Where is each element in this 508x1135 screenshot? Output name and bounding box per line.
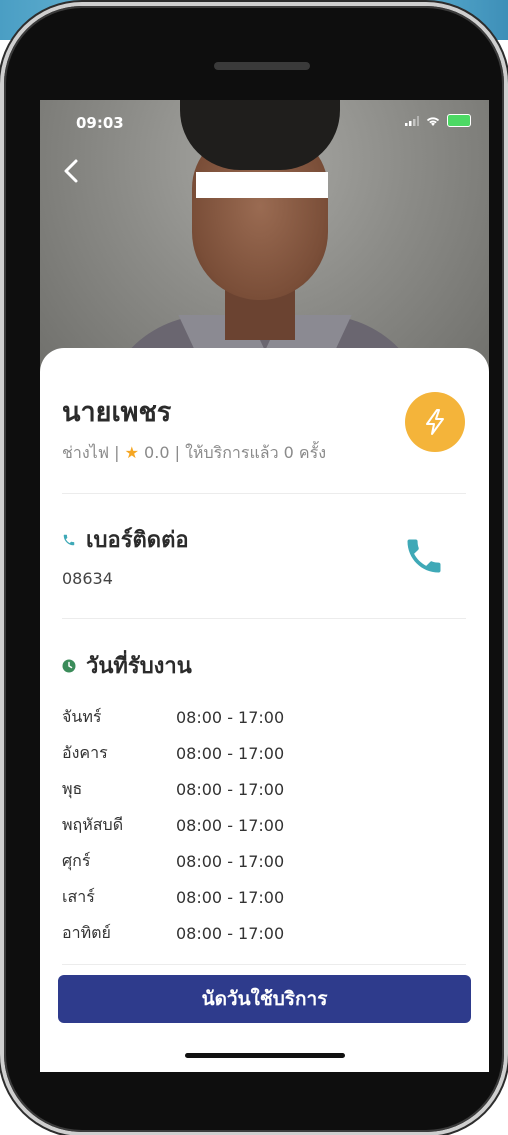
call-button[interactable] <box>402 534 446 578</box>
schedule-time: 08:00 - 17:00 <box>176 779 285 799</box>
schedule-day: เสาร์ <box>62 886 95 906</box>
status-time: 09:03 <box>76 114 124 132</box>
divider <box>62 493 466 494</box>
meta-separator: | <box>114 443 125 462</box>
star-icon: ★ <box>124 443 139 462</box>
served-count: ให้บริการแล้ว 0 ครั้ง <box>185 443 327 462</box>
status-icons <box>405 114 471 127</box>
phone-number: 08634 <box>62 569 113 588</box>
schedule-row: ศุกร์ 08:00 - 17:00 <box>62 843 362 879</box>
phone-speaker <box>214 62 310 70</box>
wifi-icon <box>426 116 440 126</box>
schedule-row: อาทิตย์ 08:00 - 17:00 <box>62 915 362 951</box>
schedule-row: อังคาร 08:00 - 17:00 <box>62 735 362 771</box>
signal-icon <box>405 115 419 126</box>
schedule-section-title: วันที่รับงาน <box>62 648 192 683</box>
rating-value: 0.0 <box>144 443 170 462</box>
provider-meta: ช่างไฟ | ★ 0.0 | ให้บริการแล้ว 0 ครั้ง <box>62 441 326 466</box>
schedule-row: พฤหัสบดี 08:00 - 17:00 <box>62 807 362 843</box>
schedule-row: จันทร์ 08:00 - 17:00 <box>62 699 362 735</box>
divider <box>62 618 466 619</box>
schedule-day: อังคาร <box>62 742 108 762</box>
schedule-list: จันทร์ 08:00 - 17:00 อังคาร 08:00 - 17:0… <box>62 699 362 951</box>
contact-title: เบอร์ติดต่อ <box>86 528 189 553</box>
meta-separator: | <box>174 443 186 462</box>
schedule-time: 08:00 - 17:00 <box>176 923 285 943</box>
home-indicator <box>185 1053 345 1058</box>
schedule-day: จันทร์ <box>62 706 102 726</box>
schedule-day: พฤหัสบดี <box>62 814 124 834</box>
app-screen: 09:03 นายเพชร ช่างไฟ | ★ 0.0 | ให้บริการ… <box>40 100 489 1072</box>
provider-name: นายเพชร <box>62 397 172 428</box>
book-appointment-button[interactable]: นัดวันใช้บริการ <box>58 975 471 1023</box>
privacy-bar <box>196 172 328 198</box>
lightning-icon <box>426 409 444 435</box>
schedule-time: 08:00 - 17:00 <box>176 707 285 727</box>
clock-icon <box>62 659 76 672</box>
schedule-day: พุธ <box>62 778 83 798</box>
battery-icon <box>447 114 471 127</box>
schedule-time: 08:00 - 17:00 <box>176 851 285 871</box>
schedule-time: 08:00 - 17:00 <box>176 815 285 835</box>
schedule-row: เสาร์ 08:00 - 17:00 <box>62 879 362 915</box>
phone-icon <box>63 534 75 545</box>
divider <box>62 964 466 965</box>
contact-section-title: เบอร์ติดต่อ <box>62 522 189 557</box>
schedule-time: 08:00 - 17:00 <box>176 887 285 907</box>
schedule-time: 08:00 - 17:00 <box>176 743 285 763</box>
profile-card: นายเพชร ช่างไฟ | ★ 0.0 | ให้บริการแล้ว 0… <box>40 348 489 1072</box>
schedule-row: พุธ 08:00 - 17:00 <box>62 771 362 807</box>
schedule-day: อาทิตย์ <box>62 922 111 942</box>
schedule-title: วันที่รับงาน <box>86 654 192 679</box>
lightning-badge <box>405 392 465 452</box>
occupation-label: ช่างไฟ <box>62 443 110 462</box>
back-button[interactable] <box>58 156 84 186</box>
schedule-day: ศุกร์ <box>62 850 91 870</box>
